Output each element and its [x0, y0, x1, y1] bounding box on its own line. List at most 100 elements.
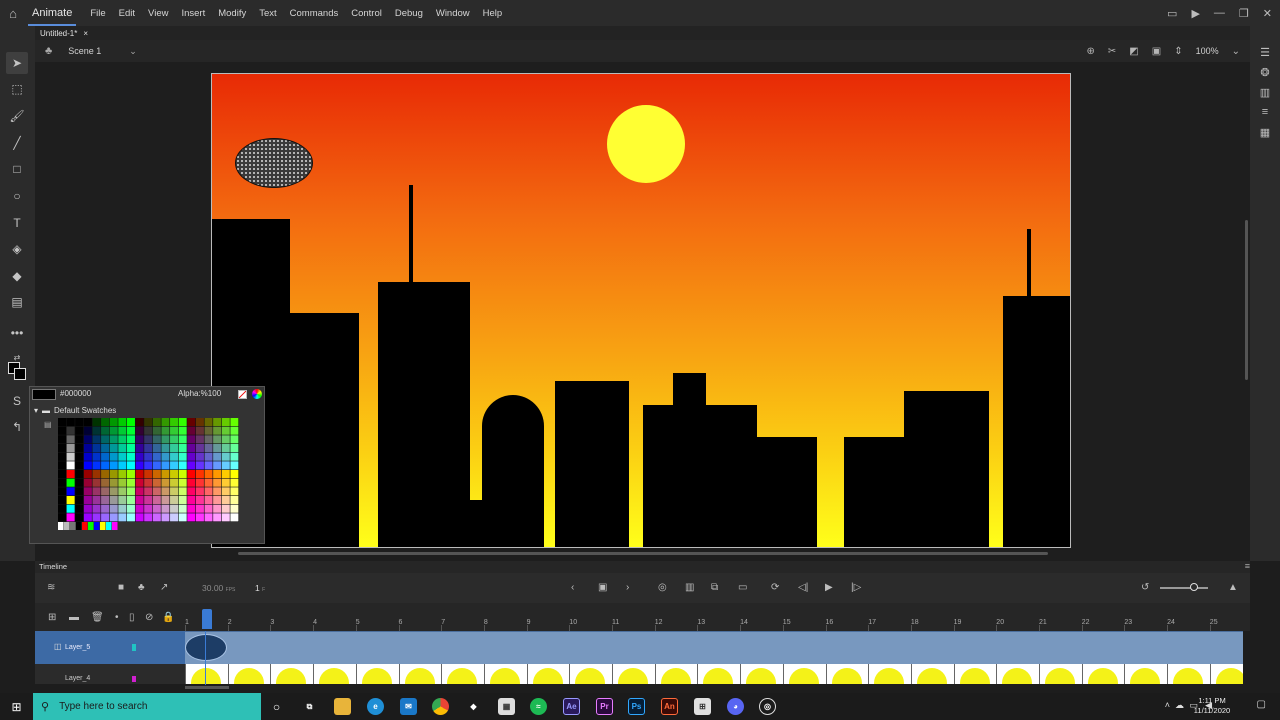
windows-start-icon[interactable]: ⊞ [0, 693, 33, 720]
center-stage-icon[interactable]: ⊕ [1087, 46, 1095, 57]
swatch-cell[interactable] [92, 444, 101, 453]
swatch-cell[interactable] [161, 487, 170, 496]
clock[interactable]: 1:11 PM 11/11/2020 [1188, 696, 1236, 716]
building-dome[interactable] [482, 395, 544, 547]
spotify-icon[interactable]: ≈ [530, 698, 547, 715]
task-view-icon[interactable]: ⧉ [301, 698, 318, 715]
library-icon[interactable]: ▥ [1256, 86, 1274, 102]
swatch-cell[interactable] [170, 470, 179, 479]
swatch-cell[interactable] [66, 418, 75, 427]
gradient-tool-icon[interactable]: ▤ [6, 291, 28, 313]
swatch-cell[interactable] [58, 470, 67, 479]
swatch-cell[interactable] [83, 513, 92, 522]
swatch-cell[interactable] [221, 444, 230, 453]
building-7[interactable] [844, 437, 904, 547]
rectangle-tool-icon[interactable]: □ [6, 158, 28, 180]
layer-row-layer5[interactable]: ◫ Layer_5 [35, 631, 185, 664]
swatch-cell[interactable] [83, 496, 92, 505]
swatch-cell[interactable] [92, 452, 101, 461]
frame-number[interactable]: 13 [697, 619, 705, 626]
swatch-cell[interactable] [75, 435, 84, 444]
swatch-cell[interactable] [66, 513, 75, 522]
chevron-up-icon[interactable]: ˄ [1165, 700, 1170, 710]
swatch-cell[interactable] [230, 452, 239, 461]
swatch-cell[interactable] [92, 478, 101, 487]
free-transform-tool-icon[interactable]: ⬚ [6, 78, 28, 100]
keyframe[interactable] [618, 668, 648, 684]
swatch-cell[interactable] [204, 478, 213, 487]
keyframe[interactable] [746, 668, 777, 684]
swatch-cell[interactable] [195, 461, 204, 470]
swatch-cell[interactable] [126, 504, 135, 513]
frame-number[interactable]: 12 [655, 619, 663, 626]
building-5-top[interactable] [673, 373, 706, 407]
recent-swatch[interactable] [70, 522, 76, 530]
swatch-cell[interactable] [126, 478, 135, 487]
keyframe[interactable] [788, 668, 819, 684]
swatch-cell[interactable] [152, 504, 161, 513]
swatch-cell[interactable] [126, 513, 135, 522]
swatch-cell[interactable] [135, 461, 144, 470]
swatch-cell[interactable] [178, 470, 187, 479]
swatch-cell[interactable] [144, 470, 153, 479]
swatch-cell[interactable] [75, 478, 84, 487]
assets-icon[interactable]: ▦ [1256, 126, 1274, 142]
keyframe[interactable] [831, 668, 862, 684]
swatch-cell[interactable] [213, 435, 222, 444]
swatch-cell[interactable] [195, 504, 204, 513]
swatch-cell[interactable] [213, 426, 222, 435]
keyframe[interactable] [404, 668, 435, 684]
swatch-cell[interactable] [187, 470, 196, 479]
swatch-cell[interactable] [101, 487, 110, 496]
list-view-icon[interactable]: ▤ [44, 420, 52, 429]
swatch-cell[interactable] [83, 504, 92, 513]
swatch-cell[interactable] [126, 418, 135, 427]
swatch-cell[interactable] [161, 426, 170, 435]
swatch-cell[interactable] [83, 452, 92, 461]
frame-number[interactable]: 24 [1167, 619, 1175, 626]
keyframe[interactable] [1215, 668, 1243, 684]
swatch-cell[interactable] [58, 435, 67, 444]
keyframe-selected[interactable] [185, 634, 227, 661]
swatch-cell[interactable] [92, 435, 101, 444]
hide-layers-icon[interactable]: ⊘ [145, 612, 153, 623]
swatch-cell[interactable] [101, 504, 110, 513]
swatch-cell[interactable] [58, 487, 67, 496]
swatch-cell[interactable] [109, 487, 118, 496]
swatch-cell[interactable] [75, 418, 84, 427]
swatch-cell[interactable] [126, 435, 135, 444]
swatch-cell[interactable] [101, 444, 110, 453]
swatch-cell[interactable] [66, 426, 75, 435]
swatch-cell[interactable] [92, 504, 101, 513]
swatch-cell[interactable] [135, 478, 144, 487]
swatch-cell[interactable] [230, 504, 239, 513]
swatch-cell[interactable] [126, 426, 135, 435]
stage-canvas[interactable] [211, 73, 1071, 548]
swatch-cell[interactable] [101, 426, 110, 435]
swatch-cell[interactable] [66, 504, 75, 513]
recent-swatch[interactable] [82, 522, 88, 530]
frame-number[interactable]: 14 [740, 619, 748, 626]
swatch-cell[interactable] [161, 452, 170, 461]
swatch-cell[interactable] [144, 504, 153, 513]
swatch-cell[interactable] [109, 418, 118, 427]
swatch-cell[interactable] [75, 504, 84, 513]
swatch-cell[interactable] [75, 470, 84, 479]
swatch-cell[interactable] [92, 470, 101, 479]
frame-number[interactable]: 22 [1082, 619, 1090, 626]
animate-taskbar-icon[interactable]: An [661, 698, 678, 715]
calculator-icon[interactable]: ▦ [498, 698, 515, 715]
swatch-cell[interactable] [101, 470, 110, 479]
frame-number[interactable]: 15 [783, 619, 791, 626]
swatch-cell[interactable] [187, 487, 196, 496]
swatch-cell[interactable] [92, 418, 101, 427]
swatch-cell[interactable] [109, 470, 118, 479]
swatch-cell[interactable] [204, 435, 213, 444]
swatch-cell[interactable] [109, 461, 118, 470]
loop-icon[interactable]: ⟳ [771, 582, 779, 593]
swatch-cell[interactable] [152, 452, 161, 461]
swatch-cell[interactable] [170, 478, 179, 487]
close-tab-icon[interactable]: × [83, 29, 88, 38]
edit-symbol-icon[interactable]: ✂ [1108, 46, 1116, 57]
keyframe[interactable] [703, 668, 734, 684]
